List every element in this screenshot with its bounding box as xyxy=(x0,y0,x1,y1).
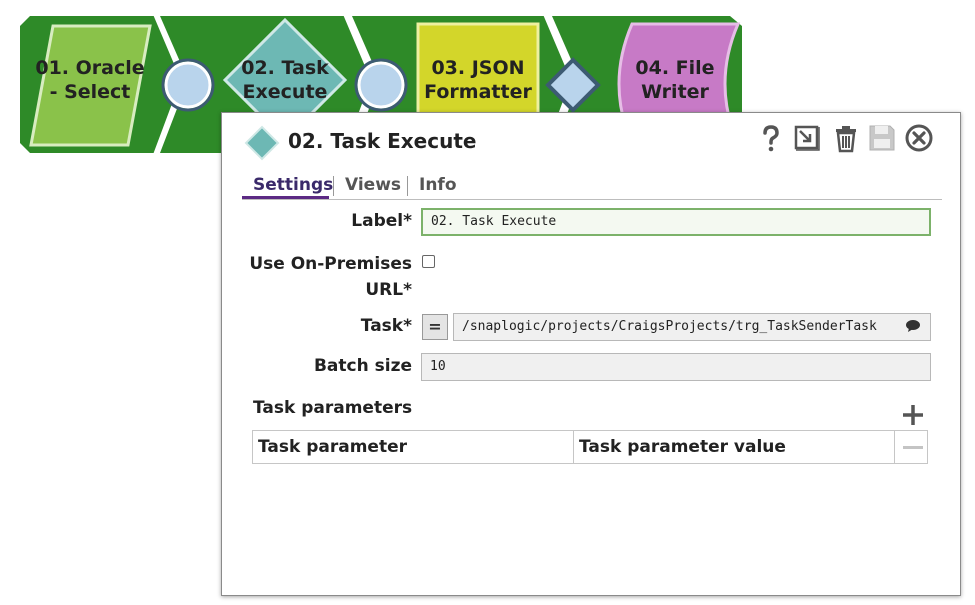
minus-icon[interactable] xyxy=(903,446,923,449)
plus-icon[interactable] xyxy=(901,403,925,427)
task-input[interactable]: /snaplogic/projects/CraigsProjects/trg_T… xyxy=(453,313,931,341)
output-port-icon[interactable] xyxy=(164,61,212,109)
column-header-task-parameter-value: Task parameter value xyxy=(579,437,786,457)
active-tab-indicator xyxy=(242,196,329,199)
batch-size-input[interactable]: 10 xyxy=(421,353,931,381)
column-divider xyxy=(894,431,895,463)
column-header-task-parameter: Task parameter xyxy=(258,437,407,457)
task-parameters-table: Task parameter Task parameter value xyxy=(252,430,928,464)
expression-toggle-button[interactable]: = xyxy=(422,314,448,340)
label-line: Use On-Premises xyxy=(249,254,412,274)
trash-icon[interactable] xyxy=(831,123,861,153)
tab-info[interactable]: Info xyxy=(419,175,457,195)
label-field-label: Label* xyxy=(351,211,412,231)
question-icon[interactable] xyxy=(756,123,786,153)
column-divider xyxy=(573,431,574,463)
use-onprem-url-label: Use On-Premises URL* xyxy=(242,251,412,303)
close-circle-icon[interactable] xyxy=(904,123,934,153)
floppy-disk-icon[interactable] xyxy=(867,123,897,153)
use-onprem-url-checkbox[interactable] xyxy=(422,255,435,268)
task-field-label: Task* xyxy=(360,316,412,336)
dialog-title: 02. Task Execute xyxy=(288,129,477,153)
label-line: URL* xyxy=(365,280,412,300)
tab-bar: Settings Views Info xyxy=(242,171,942,200)
output-port-icon[interactable] xyxy=(357,61,405,109)
task-parameters-title: Task parameters xyxy=(253,398,413,418)
speech-bubble-icon[interactable] xyxy=(905,319,921,333)
snap-settings-dialog: 02. Task Execute Settings Views Info Lab… xyxy=(221,112,961,596)
external-link-icon[interactable] xyxy=(792,123,822,153)
oracle-select-snap-icon[interactable] xyxy=(29,24,152,147)
task-execute-diamond-icon xyxy=(244,125,280,161)
label-input[interactable]: 02. Task Execute xyxy=(421,208,931,236)
tab-divider xyxy=(407,176,408,196)
tab-views[interactable]: Views xyxy=(345,175,401,195)
batch-size-label: Batch size xyxy=(313,356,412,376)
tab-settings[interactable]: Settings xyxy=(253,175,333,195)
tab-divider xyxy=(333,176,334,196)
